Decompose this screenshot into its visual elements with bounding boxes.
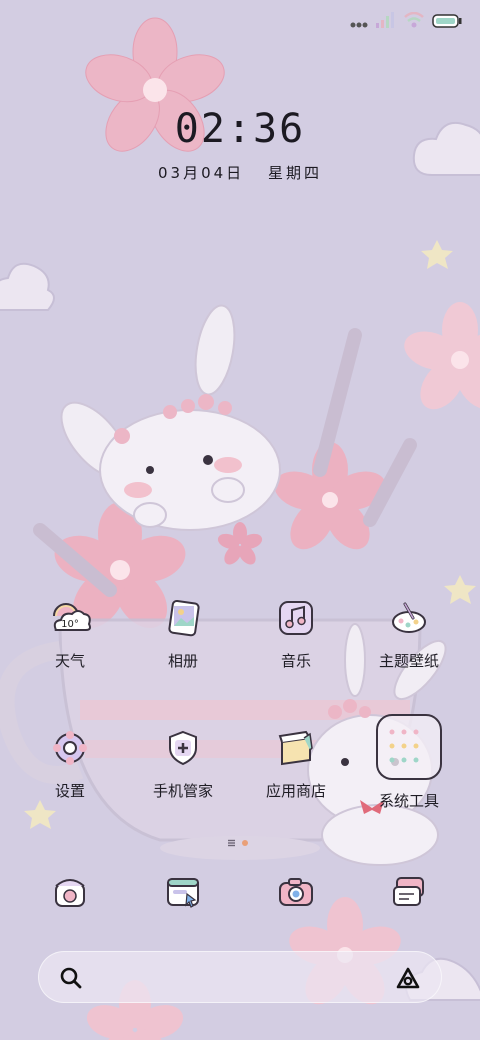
search-icon[interactable]: [59, 966, 83, 994]
more-dots-icon: [350, 13, 368, 32]
dock-browser[interactable]: [128, 872, 238, 912]
weather-icon: 10°: [48, 596, 92, 640]
app-label: 手机管家: [152, 782, 213, 800]
app-label: 音乐: [280, 652, 311, 670]
browser-icon: [163, 872, 203, 912]
app-label: 相册: [167, 652, 198, 670]
wifi-icon: [404, 11, 424, 32]
messages-icon: [389, 872, 429, 912]
app-label: 主题壁纸: [378, 652, 439, 670]
search-bar[interactable]: [38, 951, 442, 1003]
theme-icon: [387, 596, 431, 640]
app-weather[interactable]: 10° 天气: [15, 596, 125, 671]
app-theme[interactable]: 主题壁纸: [354, 596, 464, 671]
app-settings[interactable]: 设置: [15, 726, 125, 801]
status-bar: [0, 0, 480, 44]
page-dot-active: [242, 840, 248, 846]
dock-phone[interactable]: [15, 872, 125, 912]
gallery-icon: [161, 596, 205, 640]
app-store-icon: [274, 726, 318, 770]
weekday-label: 星期四: [267, 164, 322, 182]
app-security[interactable]: 手机管家: [128, 726, 238, 801]
app-label: 天气: [54, 652, 85, 670]
app-label: 应用商店: [265, 782, 326, 800]
date-label: 03月04日: [158, 164, 245, 182]
bunny-decoration: [60, 304, 281, 531]
status-icons: [350, 11, 462, 32]
app-label: 系统工具: [378, 792, 439, 810]
app-app-store[interactable]: 应用商店: [241, 726, 351, 801]
app-label: 设置: [54, 782, 85, 800]
dock-messages[interactable]: [354, 872, 464, 912]
music-icon: [274, 596, 318, 640]
dock-camera[interactable]: [241, 872, 351, 912]
phone-icon: [50, 872, 90, 912]
signal-icon: [376, 12, 396, 32]
app-folder-system-tools[interactable]: 系统工具: [354, 714, 464, 811]
assistant-icon[interactable]: [395, 966, 421, 994]
settings-icon: [48, 726, 92, 770]
security-icon: [161, 726, 205, 770]
clock-time[interactable]: 02:36: [0, 106, 480, 152]
clock-date[interactable]: 03月04日 星期四: [0, 162, 480, 183]
page-indicator[interactable]: [0, 832, 480, 847]
camera-icon: [276, 872, 316, 912]
folder-icon: [376, 714, 442, 780]
page-indicator-home-icon: [228, 839, 235, 847]
app-music[interactable]: 音乐: [241, 596, 351, 671]
battery-icon: [432, 13, 462, 32]
app-gallery[interactable]: 相册: [128, 596, 238, 671]
weather-temp: 10°: [61, 619, 79, 630]
